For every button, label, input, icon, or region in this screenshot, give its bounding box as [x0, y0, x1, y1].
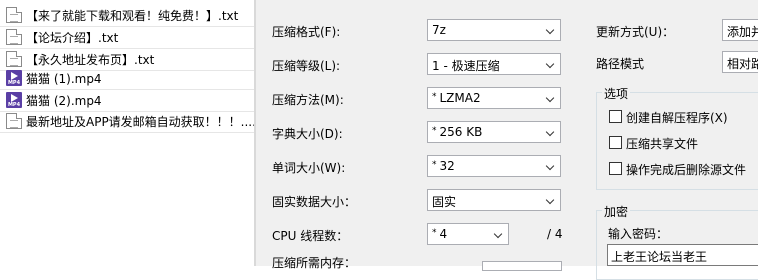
format-value: 7z: [432, 23, 446, 37]
text-file-icon: [6, 113, 22, 129]
chevron-down-icon: [546, 162, 556, 172]
shared-checkbox[interactable]: [609, 136, 622, 149]
solid-value: 固实: [432, 195, 457, 209]
pathmode-select[interactable]: 相对路: [722, 51, 758, 73]
dict-select[interactable]: * 256 KB: [427, 121, 561, 143]
encryption-title: 加密: [602, 203, 631, 220]
chevron-down-icon: [546, 60, 556, 70]
file-name: 猫猫 (1).mp4: [26, 71, 102, 86]
video-file-icon: MP4: [6, 70, 22, 86]
dict-label: 字典大小(D):: [272, 127, 343, 141]
file-name: 【永久地址发布页】.txt: [26, 52, 155, 67]
add-to-archive-dialog: 压缩格式(F): 7z 压缩等级(L): 1 - 极速压缩 压缩方法(M): *…: [262, 0, 758, 280]
word-value: * 32: [432, 159, 455, 173]
threads-select[interactable]: * 4: [427, 223, 509, 245]
chevron-down-icon: [494, 230, 504, 240]
file-list-item[interactable]: 最新地址及APP请发邮箱自动获取！！！....: [0, 110, 254, 133]
video-file-icon: MP4: [6, 92, 22, 108]
delete-after-label[interactable]: 操作完成后删除源文件: [626, 161, 746, 178]
threads-value: * 4: [432, 227, 448, 241]
chevron-down-icon: [546, 94, 556, 104]
file-name: 猫猫 (2).mp4: [26, 93, 102, 108]
format-select[interactable]: 7z: [427, 19, 561, 41]
update-select[interactable]: 添加并: [722, 19, 758, 41]
threads-total: / 4: [547, 227, 563, 241]
solid-select[interactable]: 固实: [427, 189, 561, 211]
dict-value: * 256 KB: [432, 125, 483, 139]
options-title: 选项: [602, 85, 631, 102]
file-list-item[interactable]: 【论坛介绍】.txt: [0, 26, 254, 49]
file-name: 【论坛介绍】.txt: [26, 30, 119, 45]
text-file-icon: [6, 29, 22, 45]
level-label: 压缩等级(L):: [272, 59, 341, 73]
update-label: 更新方式(U)：: [596, 25, 675, 39]
word-label: 单词大小(W):: [272, 161, 346, 175]
pathmode-label: 路径模式: [596, 57, 645, 71]
password-input[interactable]: 上老王论坛当老王: [607, 244, 758, 266]
sfx-label[interactable]: 创建自解压程序(X): [626, 109, 728, 126]
chevron-down-icon: [546, 128, 556, 138]
file-list: 【来了就能下载和观看！纯免费！】.txt 【论坛介绍】.txt 【永久地址发布页…: [0, 0, 254, 266]
sfx-checkbox[interactable]: [609, 110, 622, 123]
shared-label[interactable]: 压缩共享文件: [626, 135, 698, 152]
level-select[interactable]: 1 - 极速压缩: [427, 53, 561, 75]
password-value: 上老王论坛当老王: [611, 250, 708, 264]
pathmode-value: 相对路: [727, 57, 758, 71]
file-list-item[interactable]: 【来了就能下载和观看！纯免费！】.txt: [0, 4, 254, 27]
file-name: 【来了就能下载和观看！纯免费！】.txt: [26, 8, 239, 23]
format-label: 压缩格式(F):: [272, 25, 341, 39]
method-value: * LZMA2: [432, 91, 481, 105]
solid-label: 固实数据大小：: [272, 195, 357, 209]
memory-value-box: [482, 261, 562, 271]
text-file-icon: [6, 51, 22, 67]
chevron-down-icon: [546, 26, 556, 36]
level-value: 1 - 极速压缩: [432, 59, 500, 73]
method-select[interactable]: * LZMA2: [427, 87, 561, 109]
word-select[interactable]: * 32: [427, 155, 561, 177]
delete-after-checkbox[interactable]: [609, 162, 622, 175]
file-list-item[interactable]: MP4 猫猫 (2).mp4: [0, 89, 254, 112]
text-file-icon: [6, 7, 22, 23]
update-value: 添加并: [727, 25, 758, 39]
memory-label: 压缩所需内存：: [272, 256, 357, 270]
method-label: 压缩方法(M):: [272, 93, 344, 107]
file-name: 最新地址及APP请发邮箱自动获取！！！....: [26, 114, 254, 129]
password-label: 输入密码：: [608, 227, 669, 241]
file-list-item[interactable]: MP4 猫猫 (1).mp4: [0, 67, 254, 90]
threads-label: CPU 线程数：: [272, 229, 349, 243]
chevron-down-icon: [546, 196, 556, 206]
